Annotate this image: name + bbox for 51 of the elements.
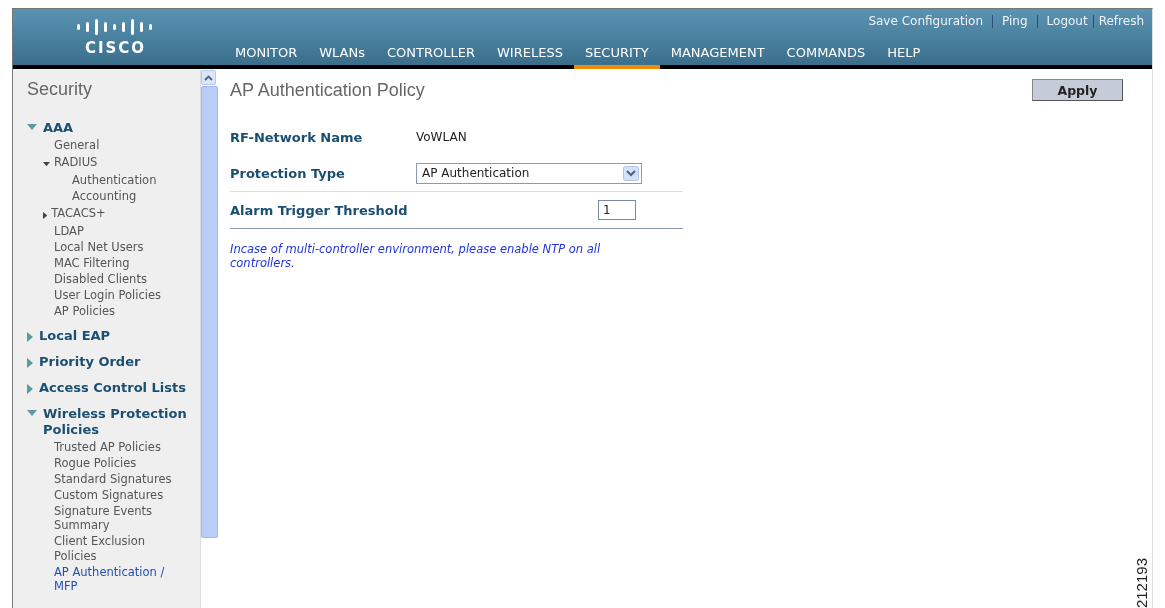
header-link[interactable]: Logout (1046, 14, 1088, 28)
sidebar-item[interactable]: LDAP (54, 223, 84, 238)
expanded-arrow-icon[interactable] (43, 162, 50, 167)
sidebar-section[interactable]: Wireless Protection Policies (43, 406, 200, 438)
nav-tab[interactable]: SECURITY (573, 45, 660, 69)
sidebar-item[interactable]: Trusted AP Policies (54, 439, 161, 454)
scrollbar[interactable] (200, 69, 218, 608)
sidebar-item[interactable]: Accounting (72, 188, 137, 203)
header-link[interactable]: Save Configuration (868, 14, 984, 28)
field-label: Alarm Trigger Threshold (230, 202, 409, 218)
nav-tab[interactable]: HELP (876, 45, 932, 69)
sidebar-item[interactable]: User Login Policies (54, 287, 162, 302)
header-link[interactable]: Ping (1002, 14, 1028, 28)
collapsed-arrow-icon[interactable] (43, 211, 48, 219)
sidebar-item[interactable]: RADIUS (54, 155, 98, 170)
sidebar-item[interactable]: Custom Signatures (54, 487, 164, 502)
field-label: Protection Type (230, 165, 346, 181)
apply-button[interactable]: Apply (1032, 79, 1123, 101)
sidebar-item[interactable]: TACACS+ (51, 206, 106, 221)
sidebar-item[interactable]: Authentication (72, 172, 157, 187)
sidebar-item[interactable]: Standard Signatures (54, 471, 172, 486)
sidebar-title: Security (27, 79, 93, 100)
field-value: VoWLAN (416, 130, 467, 144)
protection-type-dropdown[interactable]: AP Authentication (416, 162, 642, 184)
figure-number: 212193 (1133, 557, 1150, 608)
sidebar-item[interactable]: Disabled Clients (54, 271, 147, 286)
nav-tab[interactable]: MONITOR (224, 45, 309, 69)
page-title: AP Authentication Policy (230, 80, 425, 101)
nav-tab[interactable]: WIRELESS (486, 45, 574, 69)
sidebar-item[interactable]: MAC Filtering (54, 255, 130, 270)
nav-tab[interactable]: MANAGEMENT (659, 45, 776, 69)
nav-tab[interactable]: WLANs (308, 45, 376, 69)
scroll-up-icon[interactable] (204, 74, 213, 81)
ntp-note: Incase of multi-controller environment, please enable NTP on all controllers. (230, 242, 602, 270)
sidebar-item[interactable]: AP Authentication / MFP (54, 564, 172, 594)
sidebar-item[interactable]: Client Exclusion Policies (54, 534, 172, 563)
sidebar-item[interactable]: General (54, 137, 100, 152)
field-label: RF-Network Name (230, 129, 364, 145)
logo-text: CISCO (84, 38, 147, 57)
sidebar-item[interactable]: Signature Events Summary (54, 503, 172, 533)
sidebar-section[interactable]: Priority Order (39, 354, 141, 370)
input-field[interactable]: 1 (598, 200, 636, 220)
sidebar-item[interactable]: Rogue Policies (54, 455, 137, 470)
sidebar-section[interactable]: Access Control Lists (39, 380, 186, 396)
header-link[interactable]: Refresh (1098, 14, 1144, 28)
nav-tab[interactable]: CONTROLLER (376, 45, 486, 69)
sidebar-section[interactable]: AAA (43, 120, 74, 136)
sidebar-item[interactable]: Local Net Users (54, 239, 144, 254)
nav-tab[interactable]: COMMANDS (775, 45, 877, 69)
sidebar-item[interactable]: AP Policies (54, 303, 115, 318)
sidebar-section[interactable]: Local EAP (39, 328, 111, 344)
